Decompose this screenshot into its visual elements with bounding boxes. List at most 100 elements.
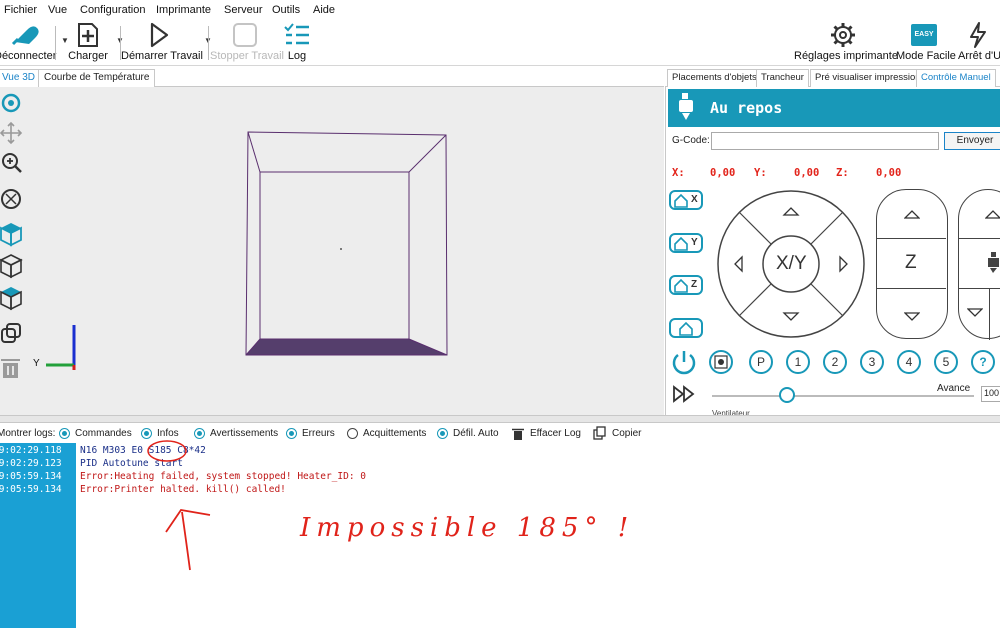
macro-1-button[interactable]: 1 bbox=[786, 350, 810, 374]
tab-temperature-curve[interactable]: Courbe de Température bbox=[38, 69, 156, 87]
load-button[interactable]: Charger bbox=[66, 20, 110, 66]
front-view-tool[interactable] bbox=[0, 221, 24, 249]
menu-serveur[interactable]: Serveur bbox=[224, 4, 263, 16]
acks-label[interactable]: Acquittements bbox=[363, 428, 426, 439]
menu-fichier[interactable]: Fichier bbox=[4, 4, 37, 16]
fit-view-icon bbox=[1, 189, 21, 209]
feedrate-slider-thumb[interactable] bbox=[779, 387, 795, 403]
start-job-button[interactable]: Démarrer Travail bbox=[121, 20, 203, 66]
3d-viewport[interactable]: Y bbox=[0, 87, 664, 415]
log-label: Log bbox=[287, 50, 307, 62]
parallel-view-tool[interactable] bbox=[0, 321, 24, 349]
infos-label[interactable]: Infos bbox=[157, 428, 179, 439]
power-icon[interactable] bbox=[671, 349, 697, 375]
printer-settings-button[interactable]: Réglages imprimante bbox=[794, 20, 898, 66]
home-all-button[interactable] bbox=[669, 318, 703, 338]
tab-print-preview[interactable]: Pré visualiser impression bbox=[810, 69, 926, 87]
top-view-tool[interactable] bbox=[0, 285, 24, 313]
trash-icon[interactable] bbox=[512, 427, 524, 440]
infos-radio[interactable] bbox=[141, 428, 152, 439]
menu-imprimante[interactable]: Imprimante bbox=[156, 4, 211, 16]
fit-view-tool[interactable] bbox=[0, 187, 24, 215]
axis-y-label: Y bbox=[33, 358, 40, 369]
printer-settings-label: Réglages imprimante bbox=[794, 50, 898, 62]
right-panel-tabs: Placements d'objets Trancheur Pré visual… bbox=[665, 67, 1000, 87]
emergency-stop-button[interactable]: Arrêt d'U bbox=[958, 20, 1000, 66]
tab-slicer[interactable]: Trancheur bbox=[756, 69, 809, 87]
acks-radio[interactable] bbox=[347, 428, 358, 439]
feedrate-value-input[interactable]: 100 bbox=[981, 386, 1000, 402]
zoom-view-tool[interactable] bbox=[0, 151, 24, 179]
copy-log-button[interactable]: Copier bbox=[612, 428, 641, 439]
home-icon bbox=[679, 322, 693, 336]
easy-badge: EASY bbox=[911, 24, 937, 46]
warnings-label[interactable]: Avertissements bbox=[210, 428, 278, 439]
log-message: PID Autotune start bbox=[80, 458, 183, 469]
macro-4-button[interactable]: 4 bbox=[897, 350, 921, 374]
home-icon bbox=[674, 237, 688, 251]
macro-3-button[interactable]: 3 bbox=[860, 350, 884, 374]
cube-side-icon bbox=[0, 254, 23, 279]
park-button[interactable]: P bbox=[749, 350, 773, 374]
home-y-button[interactable]: Y bbox=[669, 233, 703, 253]
menu-vue[interactable]: Vue bbox=[48, 4, 67, 16]
tab-manual-control[interactable]: Contrôle Manuel bbox=[916, 69, 996, 87]
disconnect-label: Déconnecter bbox=[0, 50, 57, 62]
gcode-label: G-Code: bbox=[672, 135, 710, 146]
rotate-icon bbox=[1, 93, 21, 113]
extruder-jog-pad[interactable] bbox=[958, 189, 1000, 340]
menu-outils[interactable]: Outils bbox=[272, 4, 300, 16]
errors-radio[interactable] bbox=[286, 428, 297, 439]
home-z-button[interactable]: Z bbox=[669, 275, 703, 295]
tab-3d-view[interactable]: Vue 3D bbox=[0, 69, 41, 87]
z-jog-pad[interactable]: Z bbox=[876, 189, 948, 339]
log-button[interactable]: Log bbox=[282, 20, 312, 66]
easy-mode-button[interactable]: EASY Mode Facile bbox=[896, 20, 956, 66]
home-y-label: Y bbox=[691, 237, 698, 248]
panel-splitter[interactable] bbox=[0, 415, 1000, 423]
menu-aide[interactable]: Aide bbox=[313, 4, 335, 16]
xy-home-label[interactable]: X/Y bbox=[776, 253, 807, 275]
commands-label[interactable]: Commandes bbox=[75, 428, 132, 439]
log-message: Error:Printer halted. kill() called! bbox=[80, 484, 286, 495]
commands-radio[interactable] bbox=[59, 428, 70, 439]
stop-job-button[interactable]: Stopper Travail bbox=[210, 20, 284, 66]
log-time: 19:02:29.123 bbox=[0, 458, 62, 469]
menu-configuration[interactable]: Configuration bbox=[80, 4, 145, 16]
rotate-view-tool[interactable] bbox=[0, 91, 24, 119]
checklist-icon bbox=[284, 23, 309, 45]
feedrate-slider-track[interactable] bbox=[712, 395, 974, 397]
errors-label[interactable]: Erreurs bbox=[302, 428, 335, 439]
gcode-input[interactable] bbox=[711, 132, 939, 150]
macro-2-button[interactable]: 2 bbox=[823, 350, 847, 374]
trash-icon bbox=[1, 359, 20, 378]
home-x-button[interactable]: X bbox=[669, 190, 703, 210]
disconnect-button[interactable]: Déconnecter bbox=[0, 20, 56, 66]
send-gcode-button[interactable]: Envoyer bbox=[944, 132, 1000, 150]
home-icon bbox=[674, 194, 688, 208]
warnings-radio[interactable] bbox=[194, 428, 205, 439]
toolbar-separator bbox=[208, 26, 209, 60]
move-view-tool[interactable] bbox=[0, 121, 24, 149]
log-time: 19:02:29.118 bbox=[0, 445, 62, 456]
macro-5-button[interactable]: 5 bbox=[934, 350, 958, 374]
help-button[interactable]: ? bbox=[971, 350, 995, 374]
autoscroll-label[interactable]: Défil. Auto bbox=[453, 428, 499, 439]
emergency-stop-label: Arrêt d'U bbox=[958, 50, 1000, 62]
side-view-tool[interactable] bbox=[0, 253, 24, 281]
home-z-label: Z bbox=[691, 279, 698, 290]
log-time-column: 19:02:29.118 19:02:29.123 19:05:59.134 1… bbox=[0, 443, 76, 628]
menubar: Fichier Vue Configuration Imprimante Ser… bbox=[0, 0, 1000, 20]
copy-icon[interactable] bbox=[593, 426, 606, 440]
tab-object-placement[interactable]: Placements d'objets bbox=[667, 69, 762, 87]
autoscroll-radio[interactable] bbox=[437, 428, 448, 439]
extrude-up-icon bbox=[985, 210, 1000, 219]
fan-toggle-button[interactable] bbox=[709, 350, 733, 374]
toolbar: Déconnecter ▼ Charger ▼ Démarrer Travail… bbox=[0, 20, 1000, 66]
z-coord-value: 0,00 bbox=[876, 167, 902, 179]
clear-log-button[interactable]: Effacer Log bbox=[530, 428, 581, 439]
show-logs-label: Montrer logs: bbox=[0, 428, 56, 439]
fast-forward-icon bbox=[673, 385, 695, 403]
delete-tool[interactable] bbox=[0, 355, 24, 383]
disconnect-dropdown[interactable]: ▼ bbox=[56, 20, 69, 66]
